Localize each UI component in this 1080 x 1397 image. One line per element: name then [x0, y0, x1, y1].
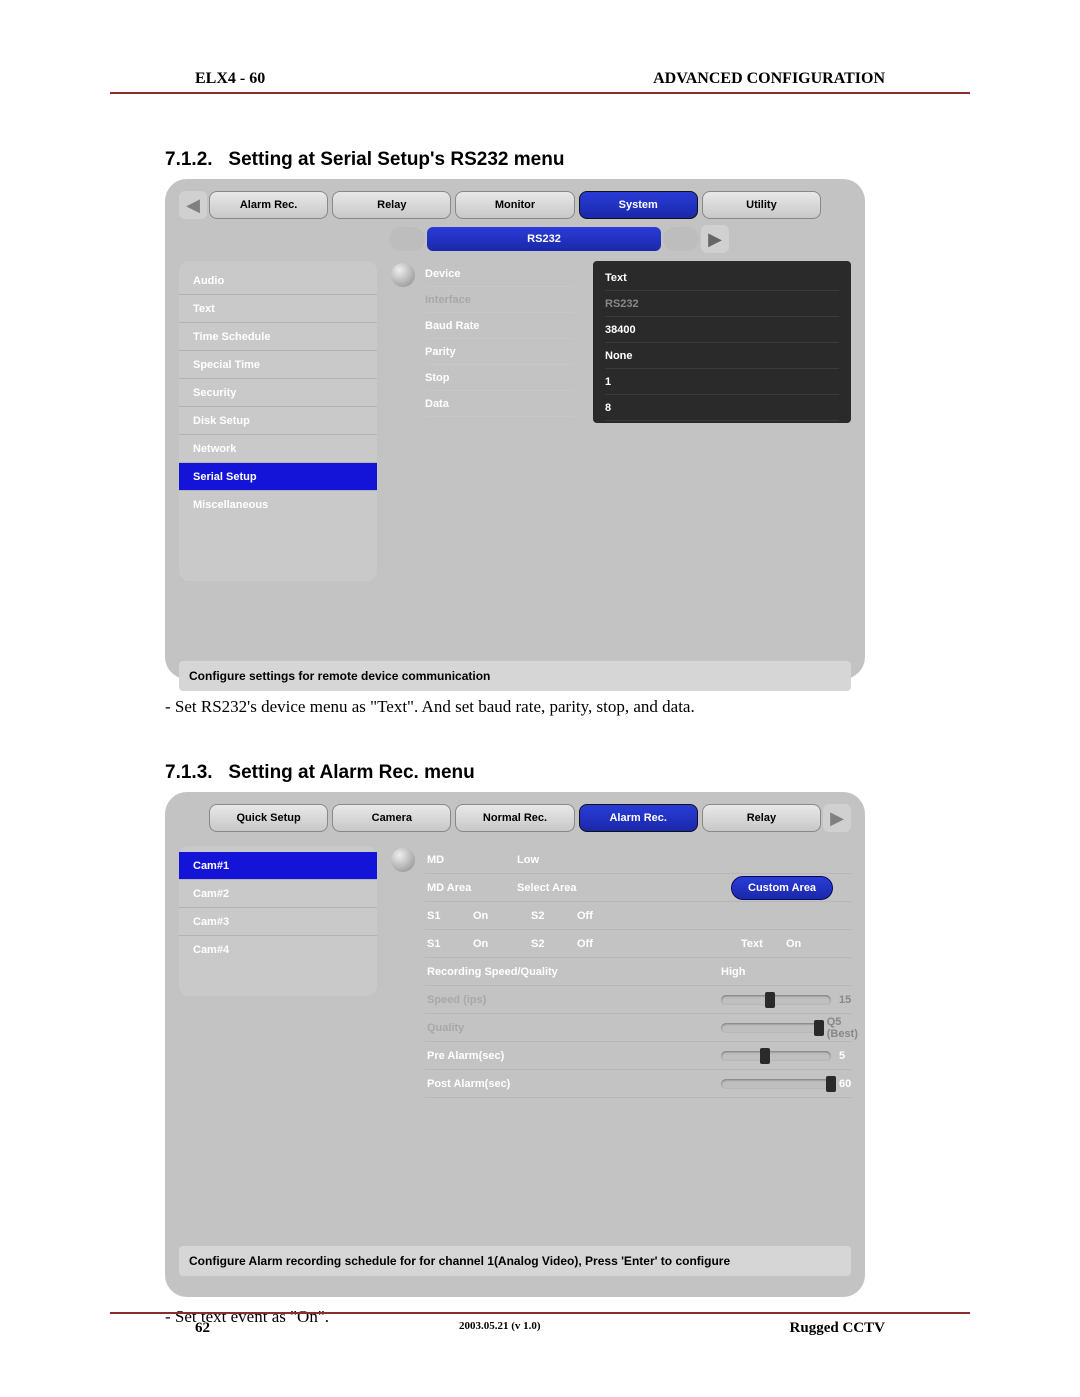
subtab-rs232[interactable]: RS232	[427, 227, 661, 251]
footer-date: 2003.05.21 (v 1.0)	[459, 1320, 541, 1337]
row-pre-alarm[interactable]: Pre Alarm(sec) 5	[425, 1042, 851, 1070]
alarm-detail: MD Low MD Area Select Area Custom Area S…	[391, 846, 851, 1206]
page-header: ELX4 - 60 ADVANCED CONFIGURATION	[110, 70, 970, 94]
subtab-row: RS232 ▶	[389, 225, 729, 253]
sidebar-item-text[interactable]: Text	[179, 295, 377, 323]
rs232-panel: ◀ Alarm Rec.RelayMonitorSystemUtility RS…	[165, 179, 865, 679]
tab-camera[interactable]: Camera	[332, 804, 451, 832]
row-post-alarm[interactable]: Post Alarm(sec) 60	[425, 1070, 851, 1098]
subtab-next-icon[interactable]: ▶	[701, 225, 729, 253]
tab-alarm-rec-[interactable]: Alarm Rec.	[579, 804, 698, 832]
tab-row-2: Quick SetupCameraNormal Rec.Alarm Rec.Re…	[179, 804, 851, 832]
sidebar-item-disk-setup[interactable]: Disk Setup	[179, 407, 377, 435]
row-md[interactable]: MD Low	[425, 846, 851, 874]
tab-alarm-rec-[interactable]: Alarm Rec.	[209, 191, 328, 219]
section-title-1: 7.1.2. Setting at Serial Setup's RS232 m…	[165, 149, 970, 171]
tab-row-1: ◀ Alarm Rec.RelayMonitorSystemUtility	[179, 191, 851, 219]
row-md-area[interactable]: MD Area Select Area Custom Area	[425, 874, 851, 902]
hint-bar-2: Configure Alarm recording schedule for f…	[179, 1246, 851, 1276]
tab-quick-setup[interactable]: Quick Setup	[209, 804, 328, 832]
tab-normal-rec-[interactable]: Normal Rec.	[455, 804, 574, 832]
sidebar-1: AudioTextTime ScheduleSpecial TimeSecuri…	[179, 261, 377, 581]
tab-next-icon[interactable]: ▶	[823, 804, 851, 832]
sidebar-item-audio[interactable]: Audio	[179, 267, 377, 295]
sidebar-item-network[interactable]: Network	[179, 435, 377, 463]
setting-value-baud-rate[interactable]: 38400	[605, 317, 839, 343]
tab-relay[interactable]: Relay	[332, 191, 451, 219]
quality-slider[interactable]	[721, 1023, 819, 1033]
detail-icon-2	[391, 848, 415, 872]
setting-value-stop[interactable]: 1	[605, 369, 839, 395]
document-page: ELX4 - 60 ADVANCED CONFIGURATION 7.1.2. …	[0, 0, 1080, 1397]
pre-alarm-slider[interactable]	[721, 1051, 831, 1061]
subtab-prev[interactable]	[389, 227, 425, 251]
sidebar-item-time-schedule[interactable]: Time Schedule	[179, 323, 377, 351]
value-column: TextRS23238400None18	[593, 261, 851, 423]
setting-label-data: Data	[425, 391, 575, 417]
tab-utility[interactable]: Utility	[702, 191, 821, 219]
sidebar-item-security[interactable]: Security	[179, 379, 377, 407]
sidebar-item-cam-3[interactable]: Cam#3	[179, 908, 377, 936]
sidebar-item-cam-1[interactable]: Cam#1	[179, 852, 377, 880]
row-quality[interactable]: Quality Q5 (Best)	[425, 1014, 851, 1042]
setting-value-device[interactable]: Text	[605, 265, 839, 291]
sidebar-item-special-time[interactable]: Special Time	[179, 351, 377, 379]
section-1-note: - Set RS232's device menu as "Text". And…	[165, 697, 970, 717]
sidebar-2: Cam#1Cam#2Cam#3Cam#4	[179, 846, 377, 996]
setting-value-parity[interactable]: None	[605, 343, 839, 369]
setting-label-parity: Parity	[425, 339, 575, 365]
sidebar-item-cam-4[interactable]: Cam#4	[179, 936, 377, 964]
page-footer: 62 2003.05.21 (v 1.0) Rugged CCTV	[110, 1312, 970, 1337]
section-title-2: 7.1.3. Setting at Alarm Rec. menu	[165, 762, 970, 784]
setting-label-interface: Interface	[425, 287, 575, 313]
row-s1-s2-b[interactable]: S1 On S2 Off Text On	[425, 930, 851, 958]
post-alarm-slider[interactable]	[721, 1079, 831, 1089]
setting-label-stop: Stop	[425, 365, 575, 391]
subtab-next[interactable]	[663, 227, 699, 251]
header-left: ELX4 - 60	[195, 70, 265, 88]
custom-area-button[interactable]: Custom Area	[731, 876, 833, 900]
page-number: 62	[195, 1320, 210, 1337]
sidebar-item-cam-2[interactable]: Cam#2	[179, 880, 377, 908]
row-speed[interactable]: Speed (ips) 15	[425, 986, 851, 1014]
setting-label-device: Device	[425, 261, 575, 287]
header-right: ADVANCED CONFIGURATION	[653, 70, 885, 88]
tab-system[interactable]: System	[579, 191, 698, 219]
setting-value-interface[interactable]: RS232	[605, 291, 839, 317]
tab-prev-icon[interactable]: ◀	[179, 191, 207, 219]
hint-bar-1: Configure settings for remote device com…	[179, 661, 851, 691]
speed-slider[interactable]	[721, 995, 831, 1005]
rs232-detail: DeviceInterfaceBaud RateParityStopData T…	[391, 261, 851, 581]
tab-monitor[interactable]: Monitor	[455, 191, 574, 219]
detail-icon	[391, 263, 415, 287]
row-rec-speed-quality[interactable]: Recording Speed/Quality High	[425, 958, 851, 986]
setting-label-baud-rate: Baud Rate	[425, 313, 575, 339]
footer-brand: Rugged CCTV	[790, 1320, 885, 1337]
sidebar-item-miscellaneous[interactable]: Miscellaneous	[179, 491, 377, 519]
tab-relay[interactable]: Relay	[702, 804, 821, 832]
alarm-rec-panel: Quick SetupCameraNormal Rec.Alarm Rec.Re…	[165, 792, 865, 1297]
sidebar-item-serial-setup[interactable]: Serial Setup	[179, 463, 377, 491]
row-s1-s2-a[interactable]: S1 On S2 Off	[425, 902, 851, 930]
setting-value-data[interactable]: 8	[605, 395, 839, 421]
